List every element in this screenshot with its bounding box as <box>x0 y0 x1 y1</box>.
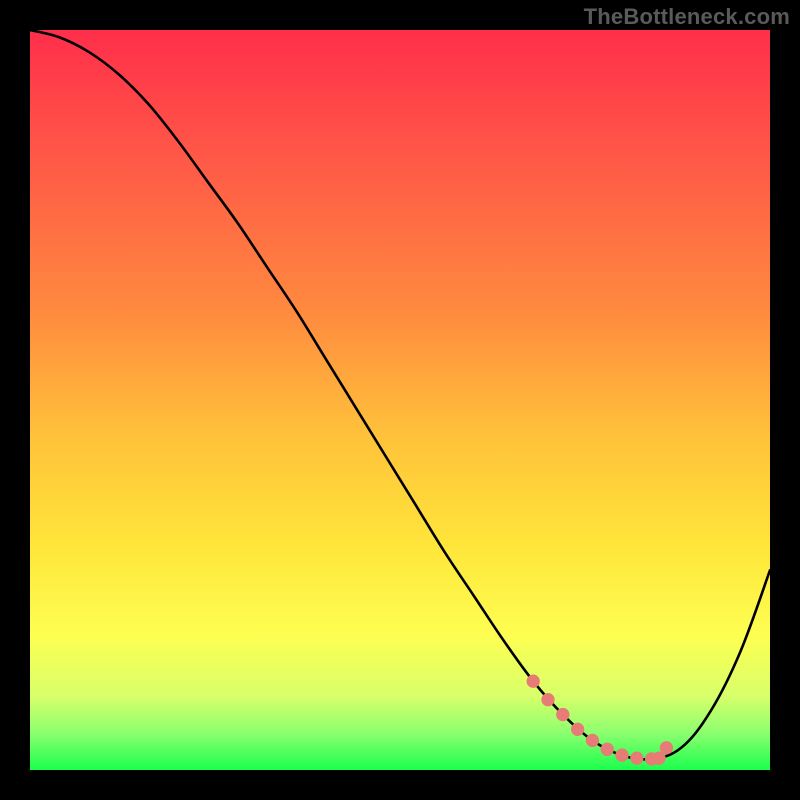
marker-dot <box>571 723 584 736</box>
marker-dot <box>615 749 628 762</box>
marker-dot <box>556 708 569 721</box>
marker-dot <box>630 752 643 765</box>
marker-dot <box>541 693 554 706</box>
plot-background <box>30 30 770 770</box>
bottleneck-chart <box>0 0 800 800</box>
chart-frame: { "watermark": "TheBottleneck.com", "gra… <box>0 0 800 800</box>
marker-dot <box>660 741 673 754</box>
marker-dot <box>527 675 540 688</box>
marker-dot <box>601 743 614 756</box>
marker-dot <box>586 734 599 747</box>
